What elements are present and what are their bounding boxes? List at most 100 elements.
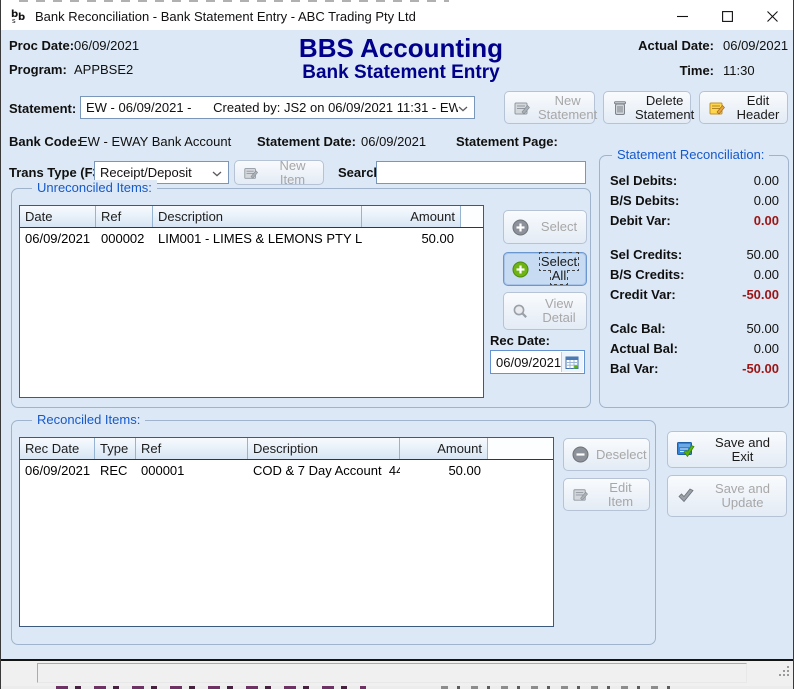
calendar-icon — [565, 355, 580, 370]
column-header-filler — [461, 206, 483, 227]
recon-row-bs-credits: B/S Credits:0.00 — [600, 264, 788, 284]
window-check-icon — [676, 440, 696, 460]
statement-date-label: Statement Date: — [257, 134, 356, 149]
cell-ref: 000002 — [96, 228, 153, 248]
column-header-type[interactable]: Type — [95, 438, 136, 459]
close-button[interactable] — [750, 2, 794, 30]
minimize-button[interactable] — [660, 2, 705, 30]
delete-statement-button[interactable]: Delete Statement — [603, 91, 691, 124]
calendar-button[interactable] — [561, 352, 583, 372]
column-header-ref[interactable]: Ref — [136, 438, 248, 459]
app-title: BBS Accounting — [241, 33, 561, 64]
proc-date-value: 06/09/2021 — [74, 38, 139, 53]
recon-row-debit-var: Debit Var:0.00 — [600, 210, 788, 230]
recon-row-bs-debits: B/S Debits:0.00 — [600, 190, 788, 210]
new-item-button[interactable]: New Item — [234, 160, 324, 185]
unreconciled-table[interactable]: Date Ref Description Amount 06/09/2021 0… — [19, 205, 484, 398]
status-bar — [1, 661, 794, 686]
minus-circle-icon — [572, 446, 589, 463]
trans-type-value: Receipt/Deposit — [95, 165, 212, 180]
cell-rec-date: 06/09/2021 — [20, 460, 95, 480]
bbs-logo-icon: b b s — [10, 7, 28, 25]
delete-statement-label: Delete Statement — [631, 94, 698, 122]
search-input[interactable] — [376, 161, 586, 184]
plus-circle-icon — [512, 219, 529, 236]
title-bar[interactable]: b b s Bank Reconciliation - Bank Stateme… — [1, 2, 794, 30]
trash-icon — [612, 99, 628, 117]
column-header-description[interactable]: Description — [248, 438, 400, 459]
unreconciled-table-header[interactable]: Date Ref Description Amount — [20, 206, 483, 228]
proc-date-label: Proc Date: — [9, 38, 74, 53]
actual-date-label: Actual Date: — [631, 38, 714, 53]
select-button[interactable]: Select — [503, 210, 587, 244]
form-pencil-icon — [572, 486, 589, 503]
rec-date-field[interactable]: 06/09/2021 — [490, 350, 585, 374]
select-all-button[interactable]: Select All — [503, 252, 587, 286]
page-title: Bank Statement Entry — [241, 62, 561, 84]
rec-date-value: 06/09/2021 — [491, 355, 561, 370]
cell-description: LIM001 - LIMES & LEMONS PTY L... — [153, 228, 362, 248]
table-row[interactable]: 06/09/2021 000002 LIM001 - LIMES & LEMON… — [20, 228, 483, 248]
recon-row-sel-debits: Sel Debits:0.00 — [600, 170, 788, 190]
application-window: b b s Bank Reconciliation - Bank Stateme… — [0, 0, 794, 689]
cell-ref: 000001 — [136, 460, 248, 480]
cell-amount: 50.00 — [362, 228, 461, 248]
actual-date-value: 06/09/2021 — [723, 38, 788, 53]
column-header-ref[interactable]: Ref — [96, 206, 153, 227]
reconciled-group-title: Reconciled Items: — [32, 412, 145, 427]
recon-row-actual-bal: Actual Bal:0.00 — [600, 338, 788, 358]
save-and-exit-label: Save and Exit — [699, 436, 786, 464]
select-all-label: Select All — [532, 255, 586, 283]
close-icon — [767, 11, 778, 22]
new-statement-button[interactable]: New Statement — [504, 91, 595, 124]
statement-dropdown-value: EW - 06/09/2021 - Created by: JS2 on 06/… — [81, 100, 458, 115]
program-label: Program: — [9, 62, 67, 77]
recon-row-bal-var: Bal Var:-50.00 — [600, 358, 788, 378]
recon-row-sel-credits: Sel Credits:50.00 — [600, 244, 788, 264]
time-value: 11:30 — [723, 63, 755, 78]
time-label: Time: — [631, 63, 714, 78]
statement-page-label: Statement Page: — [456, 134, 558, 149]
select-label: Select — [532, 220, 586, 234]
column-header-filler — [488, 438, 553, 459]
resize-grip[interactable] — [778, 664, 790, 682]
reconciled-table[interactable]: Rec Date Type Ref Description Amount 06/… — [19, 437, 554, 627]
recon-row-credit-var: Credit Var:-50.00 — [600, 284, 788, 304]
reconciled-table-header[interactable]: Rec Date Type Ref Description Amount — [20, 438, 553, 460]
table-row[interactable]: 06/09/2021 REC 000001 COD & 7 Day Accoun… — [20, 460, 553, 480]
save-and-update-label: Save and Update — [699, 482, 786, 510]
maximize-button[interactable] — [705, 2, 750, 30]
note-pencil-icon — [708, 99, 726, 117]
status-panel — [37, 663, 747, 683]
statement-reconciliation-title: Statement Reconciliation: — [612, 147, 769, 162]
statement-date-value: 06/09/2021 — [361, 134, 426, 149]
cell-description: COD & 7 Day Account 444... — [248, 460, 400, 480]
statement-dropdown[interactable]: EW - 06/09/2021 - Created by: JS2 on 06/… — [80, 96, 475, 119]
edit-header-button[interactable]: Edit Header — [699, 91, 788, 124]
plus-circle-green-icon — [512, 261, 529, 278]
maximize-icon — [722, 11, 733, 22]
view-detail-button[interactable]: View Detail — [503, 292, 587, 330]
edit-item-button[interactable]: Edit Item — [563, 478, 650, 511]
save-and-update-button[interactable]: Save and Update — [667, 475, 787, 517]
bank-code-label: Bank Code: — [9, 134, 81, 149]
column-header-amount[interactable]: Amount — [400, 438, 488, 459]
column-header-date[interactable]: Date — [20, 206, 96, 227]
program-value: APPBSE2 — [74, 62, 133, 77]
new-item-label: New Item — [262, 159, 323, 187]
deselect-button[interactable]: Deselect — [563, 438, 650, 471]
column-header-rec-date[interactable]: Rec Date — [20, 438, 95, 459]
double-check-icon — [676, 486, 696, 506]
edit-header-label: Edit Header — [729, 94, 787, 122]
save-and-exit-button[interactable]: Save and Exit — [667, 431, 787, 468]
new-statement-label: New Statement — [534, 94, 601, 122]
magnifier-icon — [512, 303, 529, 320]
column-header-description[interactable]: Description — [153, 206, 362, 227]
view-detail-label: View Detail — [532, 297, 586, 325]
form-pencil-icon — [243, 165, 259, 181]
chevron-down-icon — [212, 164, 222, 182]
cell-type: REC — [95, 460, 136, 480]
column-header-amount[interactable]: Amount — [362, 206, 461, 227]
window-title: Bank Reconciliation - Bank Statement Ent… — [35, 9, 416, 24]
cell-amount: 50.00 — [400, 460, 488, 480]
